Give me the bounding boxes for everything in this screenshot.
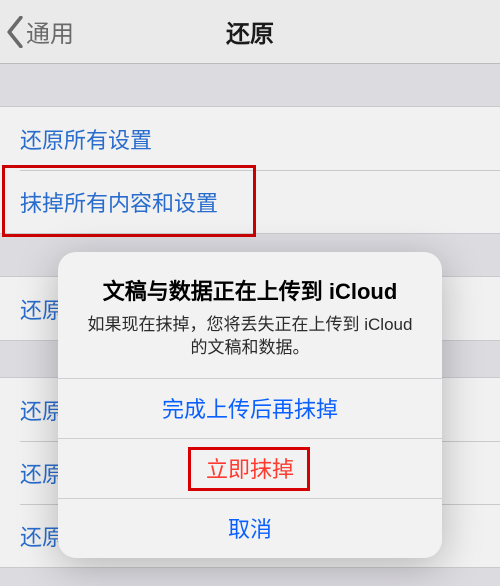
alert-dialog: 文稿与数据正在上传到 iCloud 如果现在抹掉，您将丢失正在上传到 iClou… [58,252,442,558]
button-finish-upload-then-erase[interactable]: 完成上传后再抹掉 [58,378,442,438]
button-erase-now[interactable]: 立即抹掉 [58,438,442,498]
alert-title: 文稿与数据正在上传到 iCloud [80,274,420,306]
button-label: 取消 [228,512,272,544]
alert-message: 如果现在抹掉，您将丢失正在上传到 iCloud 的文稿和数据。 [80,314,420,360]
button-label: 立即抹掉 [206,452,294,484]
alert-header: 文稿与数据正在上传到 iCloud 如果现在抹掉，您将丢失正在上传到 iClou… [58,252,442,378]
button-label: 完成上传后再抹掉 [162,392,338,424]
button-cancel[interactable]: 取消 [58,498,442,558]
